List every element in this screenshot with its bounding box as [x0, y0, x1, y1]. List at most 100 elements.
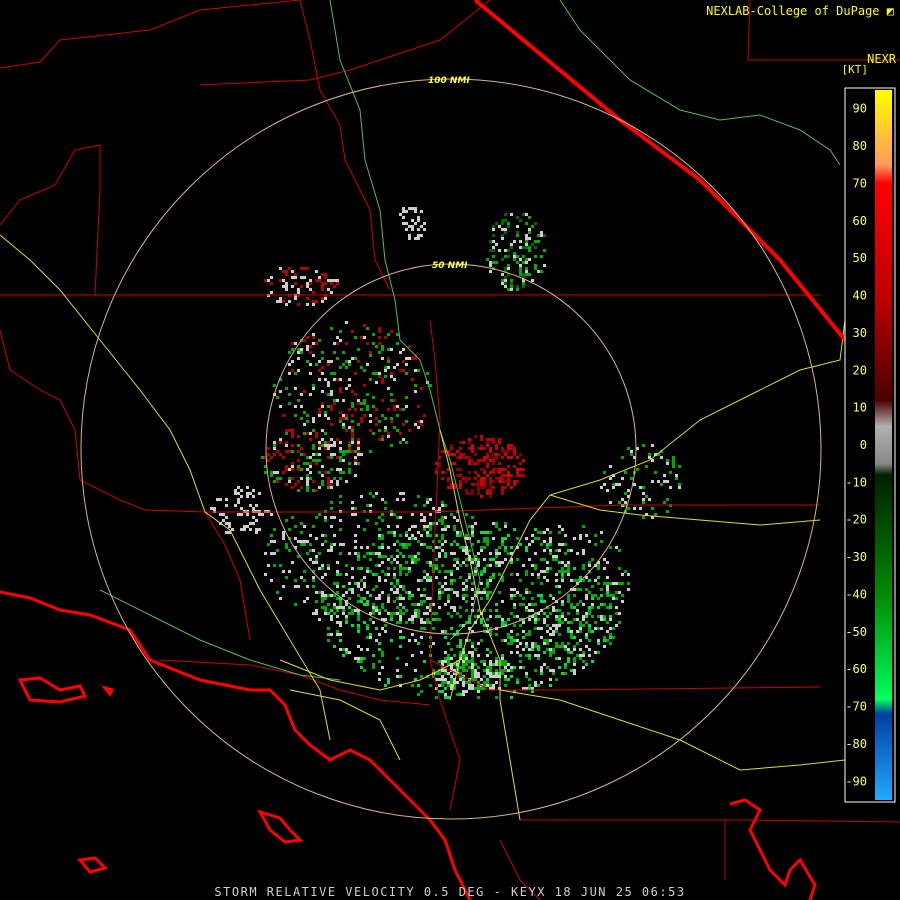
echo-pixel: [453, 591, 456, 594]
echo-pixel: [300, 522, 303, 525]
echo-pixel: [321, 594, 324, 597]
echo-pixel: [405, 372, 408, 375]
echo-pixel: [411, 603, 414, 606]
echo-pixel: [348, 378, 351, 381]
echo-pixel: [309, 456, 312, 459]
echo-pixel: [564, 543, 567, 546]
echo-pixel: [645, 465, 648, 468]
echo-pixel: [570, 636, 573, 639]
echo-pixel: [324, 519, 327, 522]
echo-pixel: [354, 462, 357, 465]
echo-pixel: [438, 672, 441, 675]
echo-pixel: [408, 357, 411, 360]
echo-pixel: [567, 561, 570, 564]
echo-pixel: [501, 273, 504, 276]
echo-pixel: [504, 486, 507, 489]
echo-pixel: [567, 660, 570, 663]
echo-pixel: [351, 438, 354, 441]
echo-pixel: [480, 459, 483, 462]
echo-pixel: [360, 453, 363, 456]
echo-pixel: [543, 531, 546, 534]
echo-pixel: [411, 633, 414, 636]
echo-pixel: [330, 279, 333, 282]
echo-pixel: [504, 660, 507, 663]
echo-pixel: [372, 495, 375, 498]
echo-pixel: [384, 573, 387, 576]
echo-pixel: [414, 615, 417, 618]
echo-pixel: [546, 567, 549, 570]
echo-pixel: [501, 540, 504, 543]
echo-pixel: [495, 603, 498, 606]
echo-pixel: [309, 543, 312, 546]
echo-pixel: [288, 480, 291, 483]
echo-pixel: [369, 552, 372, 555]
echo-pixel: [327, 471, 330, 474]
echo-pixel: [432, 603, 435, 606]
echo-pixel: [435, 564, 438, 567]
echo-pixel: [486, 585, 489, 588]
echo-pixel: [591, 630, 594, 633]
echo-pixel: [417, 216, 420, 219]
echo-pixel: [570, 621, 573, 624]
echo-pixel: [378, 546, 381, 549]
echo-pixel: [489, 471, 492, 474]
echo-pixel: [513, 447, 516, 450]
echo-pixel: [339, 411, 342, 414]
echo-pixel: [468, 681, 471, 684]
echo-pixel: [444, 657, 447, 660]
echo-pixel: [549, 651, 552, 654]
echo-pixel: [462, 663, 465, 666]
echo-pixel: [570, 669, 573, 672]
echo-pixel: [498, 225, 501, 228]
echo-pixel: [477, 642, 480, 645]
echo-pixel: [486, 564, 489, 567]
echo-pixel: [330, 609, 333, 612]
echo-pixel: [609, 465, 612, 468]
echo-pixel: [225, 504, 228, 507]
echo-pixel: [357, 582, 360, 585]
echo-pixel: [540, 231, 543, 234]
echo-pixel: [558, 666, 561, 669]
echo-pixel: [576, 579, 579, 582]
echo-pixel: [444, 681, 447, 684]
echo-pixel: [249, 522, 252, 525]
echo-pixel: [495, 447, 498, 450]
echo-pixel: [489, 447, 492, 450]
echo-pixel: [393, 426, 396, 429]
echo-pixel: [366, 624, 369, 627]
echo-pixel: [297, 291, 300, 294]
echo-pixel: [462, 453, 465, 456]
echo-pixel: [621, 498, 624, 501]
colorbar-tick-label: -50: [845, 625, 867, 639]
echo-pixel: [375, 522, 378, 525]
echo-pixel: [486, 531, 489, 534]
echo-pixel: [324, 441, 327, 444]
echo-pixel: [498, 438, 501, 441]
echo-pixel: [564, 648, 567, 651]
echo-pixel: [459, 456, 462, 459]
echo-pixel: [306, 285, 309, 288]
echo-pixel: [465, 663, 468, 666]
echo-pixel: [498, 528, 501, 531]
echo-pixel: [420, 387, 423, 390]
echo-pixel: [423, 594, 426, 597]
echo-pixel: [672, 456, 675, 459]
echo-pixel: [444, 672, 447, 675]
echo-pixel: [471, 645, 474, 648]
echo-pixel: [462, 654, 465, 657]
echo-pixel: [414, 558, 417, 561]
echo-pixel: [306, 348, 309, 351]
echo-pixel: [468, 549, 471, 552]
echo-pixel: [330, 486, 333, 489]
echo-pixel: [351, 576, 354, 579]
echo-pixel: [600, 603, 603, 606]
echo-pixel: [390, 420, 393, 423]
echo-pixel: [612, 627, 615, 630]
echo-pixel: [516, 537, 519, 540]
echo-pixel: [441, 516, 444, 519]
echo-pixel: [321, 534, 324, 537]
echo-pixel: [327, 477, 330, 480]
echo-pixel: [321, 372, 324, 375]
echo-pixel: [450, 681, 453, 684]
echo-pixel: [582, 552, 585, 555]
